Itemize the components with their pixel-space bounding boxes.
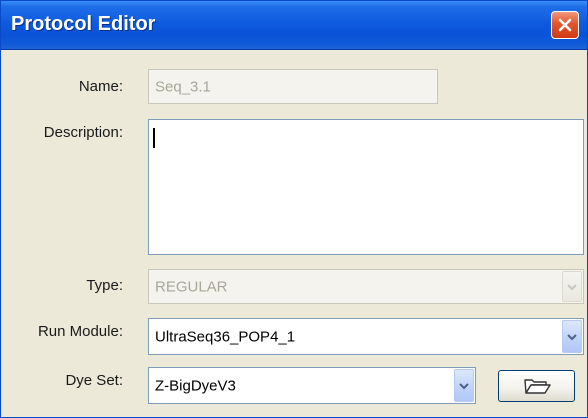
dye-set-dropdown-button[interactable] [454,369,474,402]
name-field: Seq_3.1 [148,69,438,104]
folder-open-icon [523,379,551,394]
run-module-label: Run Module: [37,323,123,340]
dye-set-value: Z-BigDyeV3 [155,377,236,394]
close-icon [558,18,572,32]
window-title: Protocol Editor [11,13,156,35]
title-bar[interactable]: Protocol Editor [1,1,587,50]
dye-set-select[interactable]: Z-BigDyeV3 [148,367,476,404]
run-module-select[interactable]: UltraSeq36_POP4_1 [148,318,584,355]
close-button[interactable] [551,11,579,39]
chevron-down-icon [459,382,469,389]
type-value: REGULAR [155,278,228,295]
type-dropdown-button [562,271,582,302]
type-select: REGULAR [148,269,584,304]
chevron-down-icon [567,283,577,290]
name-label: Name: [78,78,123,95]
name-value: Seq_3.1 [155,78,211,95]
dye-set-label: Dye Set: [65,372,123,389]
description-label: Description: [43,124,123,141]
chevron-down-icon [567,333,577,340]
protocol-editor-dialog: Protocol Editor Name: Seq_3.1 Descriptio… [0,0,588,418]
dye-set-browse-button[interactable] [498,370,575,402]
run-module-dropdown-button[interactable] [562,320,582,353]
text-caret [153,128,155,148]
type-label: Type: [86,277,123,294]
description-textarea[interactable] [148,119,584,255]
run-module-value: UltraSeq36_POP4_1 [155,328,296,345]
